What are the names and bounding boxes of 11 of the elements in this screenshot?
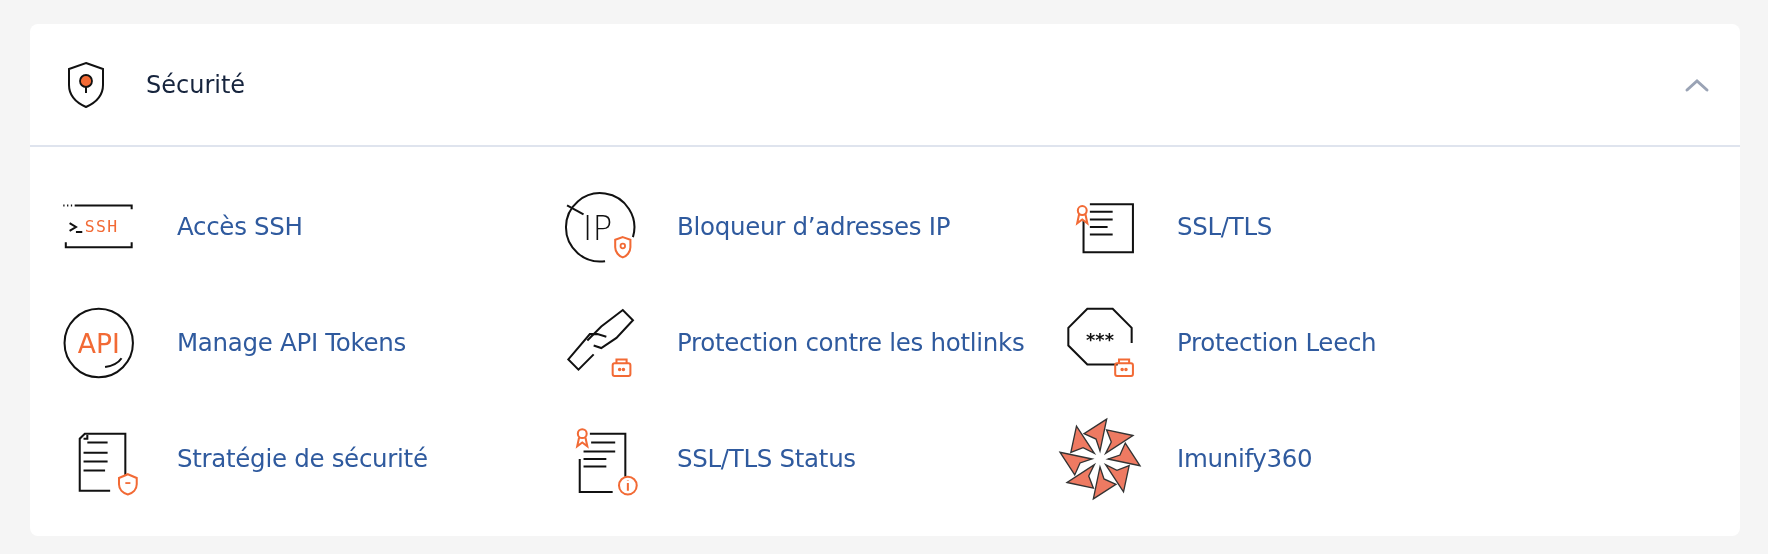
section-title: Sécurité	[146, 69, 246, 101]
tool-link[interactable]: Manage API Tokens	[177, 324, 407, 362]
shield-icon	[66, 60, 106, 109]
tool-link[interactable]: SSL/TLS	[1177, 208, 1273, 246]
tool-link[interactable]: Imunify360	[1177, 440, 1313, 478]
tool-link[interactable]: Stratégie de sécurité	[177, 440, 428, 478]
tool-link[interactable]: Protection Leech	[1177, 324, 1377, 362]
tool-link[interactable]: Accès SSH	[177, 208, 303, 246]
tool-link[interactable]: SSL/TLS Status	[677, 440, 856, 478]
tool-link[interactable]: Bloqueur d’adresses IP	[677, 208, 951, 246]
tool-link[interactable]: Protection contre les hotlinks	[677, 324, 1025, 362]
